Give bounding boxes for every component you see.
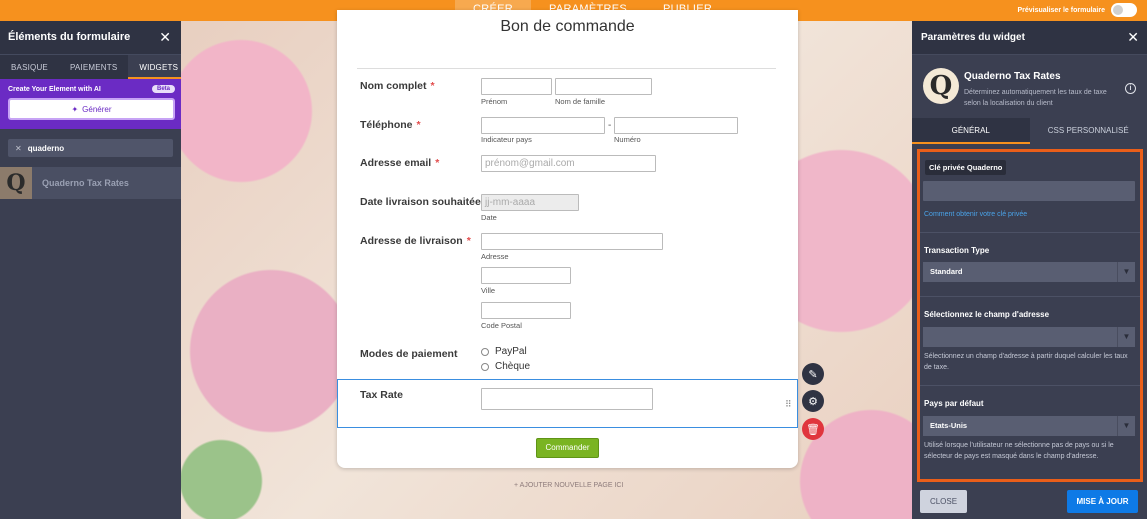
close-button[interactable]: CLOSE	[920, 490, 967, 513]
element-tabs: BASIQUE PAIEMENTS WIDGETS	[0, 54, 190, 79]
private-key-input[interactable]	[923, 181, 1135, 201]
date-input[interactable]: jj-mm-aaaa	[481, 194, 579, 211]
phone-number-sublabel: Numéro	[614, 135, 641, 144]
beta-badge: Beta	[151, 85, 175, 93]
email-label: Adresse email *	[360, 157, 440, 169]
private-key-label: Clé privée Quaderno	[925, 160, 1007, 175]
tax-rate-input[interactable]	[481, 388, 653, 410]
street-sublabel: Adresse	[481, 252, 509, 261]
address-field-select[interactable]: ▼	[923, 327, 1135, 347]
left-panel-header: Éléments du formulaire ✕	[0, 21, 181, 54]
close-icon[interactable]: ✕	[159, 29, 171, 46]
country-code-sublabel: Indicateur pays	[481, 135, 532, 144]
default-country-select[interactable]: Etats-Unis ▼	[923, 416, 1135, 436]
last-name-sublabel: Nom de famille	[555, 97, 606, 106]
cheque-radio[interactable]: Chèque	[481, 361, 530, 372]
transaction-type-label: Transaction Type	[924, 246, 990, 255]
search-value: quaderno	[27, 143, 65, 153]
street-input[interactable]	[481, 233, 663, 250]
country-code-input[interactable]	[481, 117, 605, 134]
widget-search-input[interactable]: ✕ quaderno	[8, 139, 173, 157]
first-name-sublabel: Prénom	[481, 97, 508, 106]
private-key-help-link[interactable]: Comment obtenir votre clé privée	[924, 211, 1027, 218]
fullname-label: Nom complet *	[360, 80, 435, 92]
address-label: Adresse de livraison *	[360, 235, 471, 247]
settings-form-highlighted: Clé privée Quaderno Comment obtenir votr…	[917, 149, 1143, 482]
widget-result-item[interactable]: Q Quaderno Tax Rates	[0, 167, 181, 199]
phone-label: Téléphone *	[360, 119, 421, 131]
widget-settings-panel: Paramètres du widget ✕ Q Quaderno Tax Ra…	[912, 21, 1147, 519]
chevron-down-icon: ▼	[1117, 262, 1135, 282]
email-input[interactable]: prénom@gmail.com	[481, 155, 656, 172]
city-sublabel: Ville	[481, 286, 496, 295]
settings-tabs: GÉNÉRAL CSS PERSONNALISÉ	[912, 118, 1147, 144]
preview-control: Prévisualiser le formulaire	[1017, 3, 1137, 17]
postal-code-sublabel: Code Postal	[481, 321, 522, 330]
trash-icon[interactable]: 🗑	[802, 418, 824, 440]
add-page-link[interactable]: + AJOUTER NOUVELLE PAGE ICI	[514, 482, 623, 489]
widget-result-name: Quaderno Tax Rates	[42, 178, 129, 188]
gear-icon[interactable]: ⚙	[802, 390, 824, 412]
divider	[920, 232, 1140, 233]
chevron-down-icon: ▼	[1117, 416, 1135, 436]
info-icon[interactable]: i	[1125, 83, 1136, 94]
widget-name: Quaderno Tax Rates	[964, 71, 1061, 82]
divider	[920, 296, 1140, 297]
submit-button[interactable]: Commander	[536, 438, 599, 458]
generate-label: Générer	[82, 104, 112, 114]
chevron-down-icon: ▼	[1117, 327, 1135, 347]
payment-label: Modes de paiement	[360, 348, 458, 360]
last-name-input[interactable]	[555, 78, 652, 95]
city-input[interactable]	[481, 267, 571, 284]
preview-toggle[interactable]	[1111, 3, 1137, 17]
close-icon[interactable]: ✕	[1127, 29, 1139, 46]
tax-rate-label: Tax Rate	[360, 389, 403, 401]
tab-paiements[interactable]: PAIEMENTS	[59, 55, 128, 79]
generate-button[interactable]: ✦ Générer	[8, 98, 175, 120]
ai-element-box: Create Your Element with AI Beta ✦ Génér…	[0, 79, 181, 129]
address-field-help: Sélectionnez un champ d'adresse à partir…	[924, 353, 1128, 371]
date-sublabel: Date	[481, 213, 497, 222]
right-panel-title: Paramètres du widget	[921, 32, 1025, 43]
address-field-label: Sélectionnez le champ d'adresse	[924, 310, 1050, 319]
widget-info: Q Quaderno Tax Rates Déterminez automati…	[912, 54, 1147, 118]
preview-label: Prévisualiser le formulaire	[1017, 6, 1105, 14]
divider	[920, 385, 1140, 386]
title-divider	[357, 68, 776, 69]
paypal-radio[interactable]: PayPal	[481, 346, 527, 357]
update-button[interactable]: MISE À JOUR	[1067, 490, 1138, 513]
drag-handle-icon[interactable]: ⠿	[785, 399, 792, 410]
clear-search-icon[interactable]: ✕	[15, 144, 22, 153]
tab-basique[interactable]: BASIQUE	[0, 55, 59, 79]
ai-title: Create Your Element with AI	[8, 85, 101, 93]
order-form: Bon de commande Nom complet * Prénom Nom …	[337, 10, 798, 468]
phone-separator: -	[608, 120, 612, 131]
left-panel-title: Éléments du formulaire	[8, 31, 131, 43]
wand-icon[interactable]: ✎	[802, 363, 824, 385]
sparkle-icon: ✦	[71, 104, 79, 114]
transaction-type-select[interactable]: Standard ▼	[923, 262, 1135, 282]
form-elements-panel: Éléments du formulaire ✕ BASIQUE PAIEMEN…	[0, 21, 190, 519]
default-country-help: Utilisé lorsque l'utilisateur ne sélecti…	[924, 442, 1114, 460]
widget-description: Déterminez automatiquement les taux de t…	[964, 89, 1107, 107]
postal-code-input[interactable]	[481, 302, 571, 319]
tab-general[interactable]: GÉNÉRAL	[912, 118, 1030, 144]
form-title[interactable]: Bon de commande	[337, 18, 798, 36]
default-country-label: Pays par défaut	[924, 399, 984, 408]
right-panel-header: Paramètres du widget ✕	[912, 21, 1147, 54]
quaderno-logo-icon: Q	[0, 167, 32, 199]
first-name-input[interactable]	[481, 78, 552, 95]
phone-number-input[interactable]	[614, 117, 738, 134]
tab-custom-css[interactable]: CSS PERSONNALISÉ	[1030, 118, 1147, 144]
quaderno-logo-icon: Q	[923, 68, 959, 104]
date-label: Date livraison souhaitée	[360, 196, 481, 208]
